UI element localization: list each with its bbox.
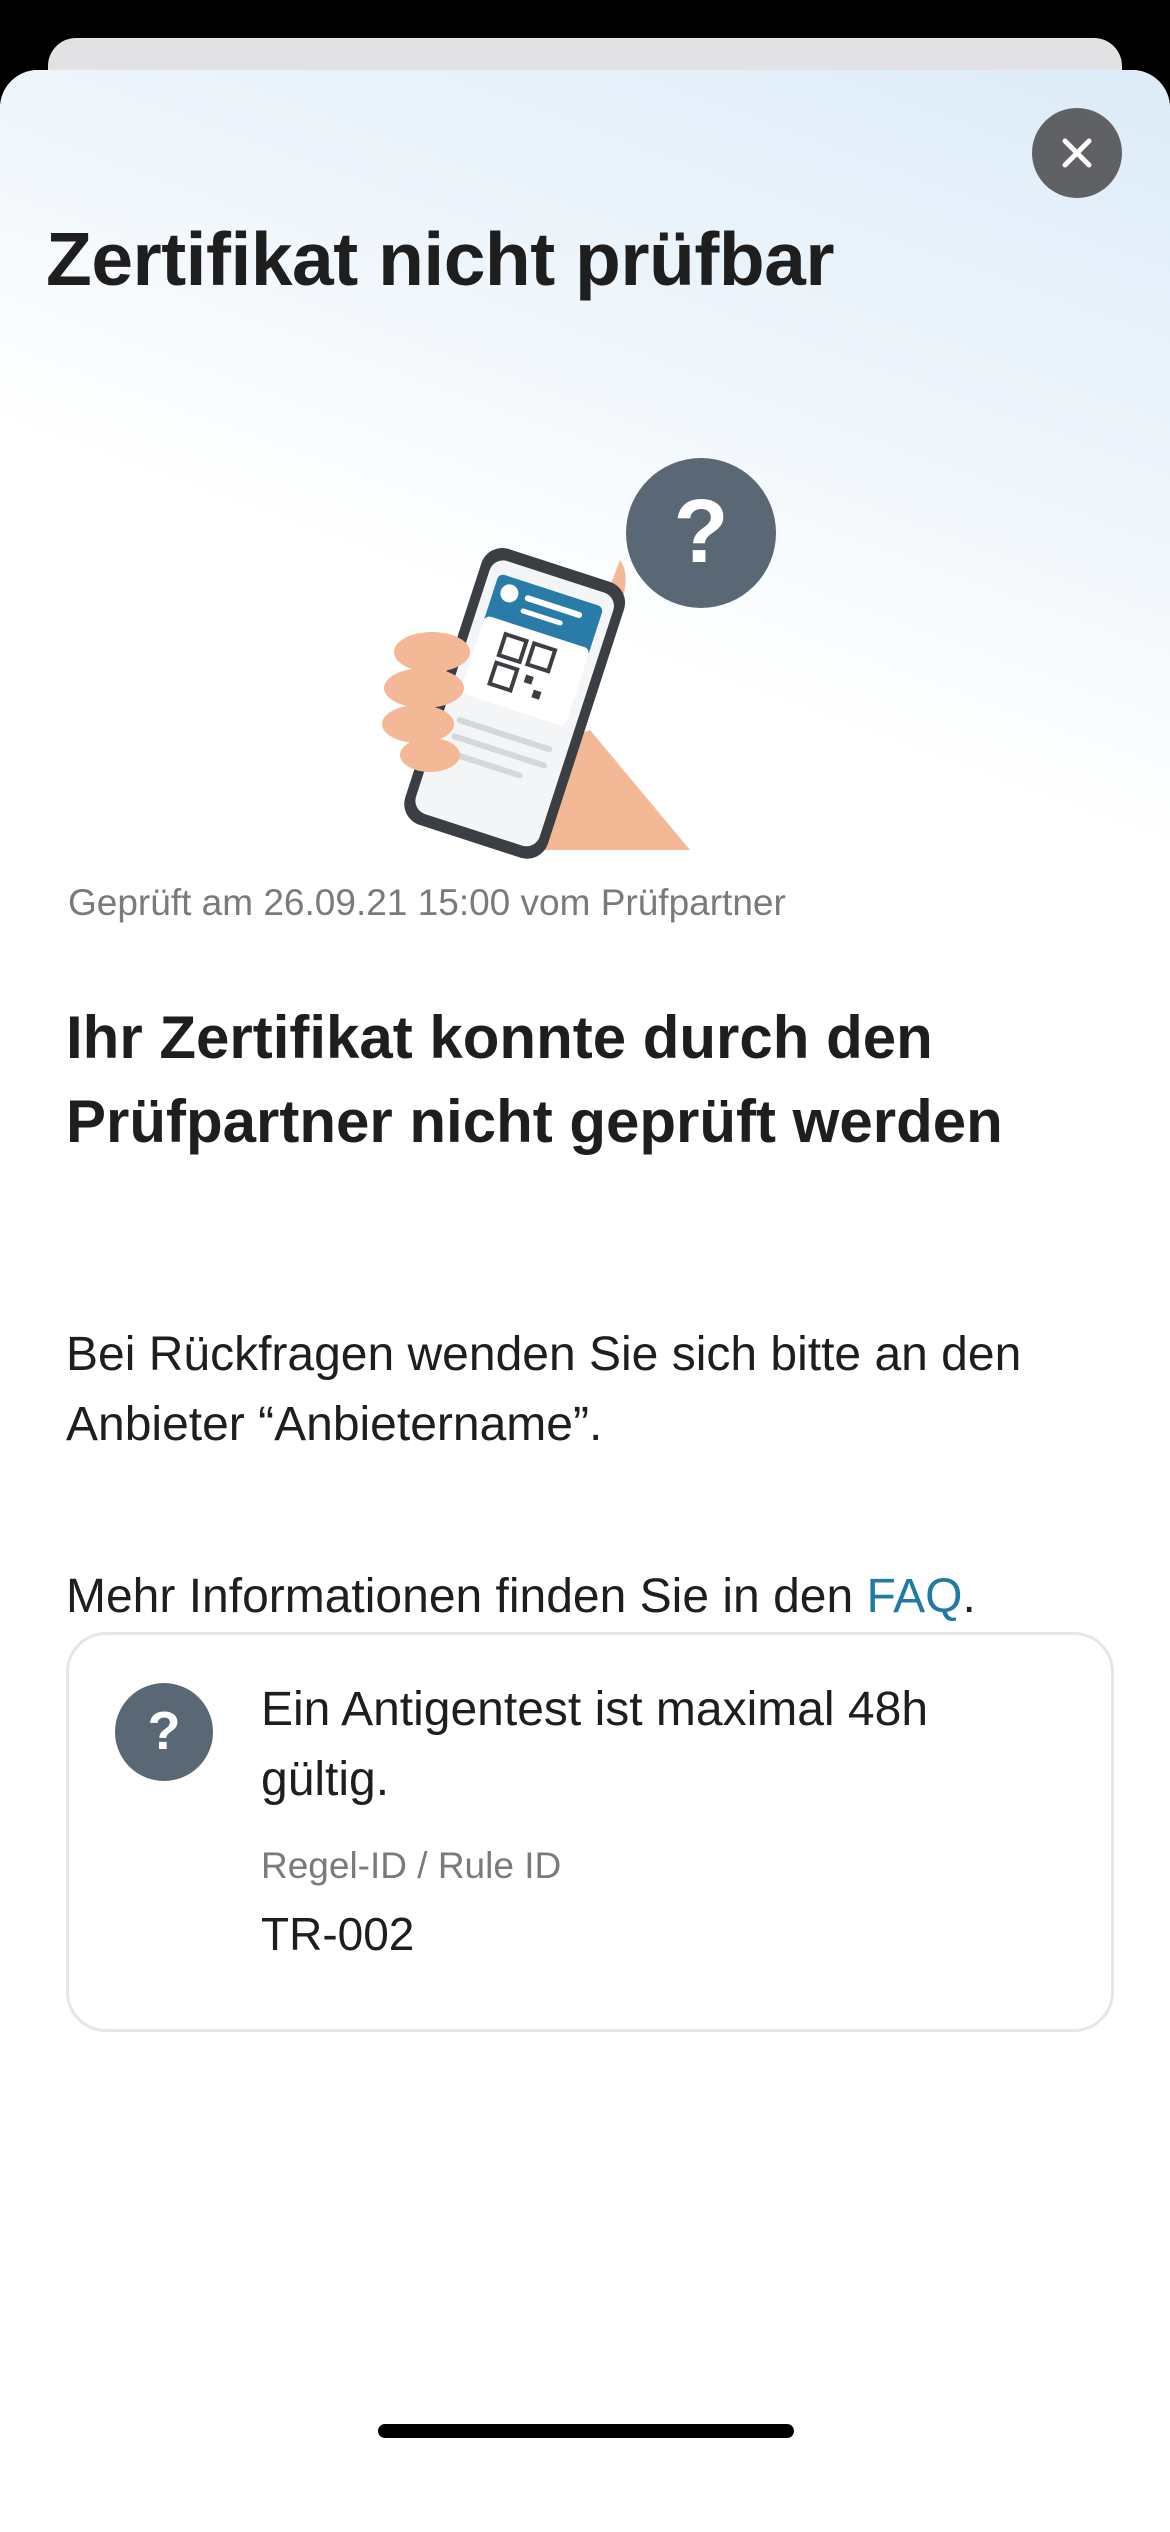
home-indicator[interactable] (378, 2424, 794, 2438)
faq-prefix: Mehr Informationen finden Sie in den (66, 1570, 867, 1623)
phone-qr-illustration: ? (382, 458, 776, 859)
rule-description: Ein Antigentest ist maximal 48h gültig. (261, 1683, 929, 1806)
rule-id-label: Regel-ID / Rule ID (261, 1845, 562, 1886)
close-icon (1062, 138, 1092, 168)
check-timestamp: Geprüft am 26.09.21 15:00 vom Prüfpartne… (68, 882, 786, 923)
faq-link[interactable]: FAQ (866, 1570, 962, 1623)
rule-id-value: TR-002 (261, 1908, 415, 1960)
faq-suffix: . (962, 1570, 976, 1623)
result-headline: Ihr Zertifikat konnte durch den Prüfpart… (66, 1004, 1003, 1155)
svg-text:?: ? (674, 482, 729, 582)
faq-line: Mehr Informationen finden Sie in den FAQ… (66, 1562, 976, 1632)
rule-card: ? Ein Antigentest ist maximal 48h gültig… (66, 1632, 1114, 2032)
question-icon: ? (115, 1683, 213, 1781)
modal-sheet: Zertifikat nicht prüfbar ? Geprüft am 26… (0, 70, 1170, 2532)
svg-text:?: ? (148, 1702, 181, 1761)
contact-info: Bei Rückfragen wenden Sie sich bitte an … (66, 1328, 1022, 1451)
close-button[interactable] (1032, 108, 1122, 198)
page-title: Zertifikat nicht prüfbar (46, 217, 835, 301)
